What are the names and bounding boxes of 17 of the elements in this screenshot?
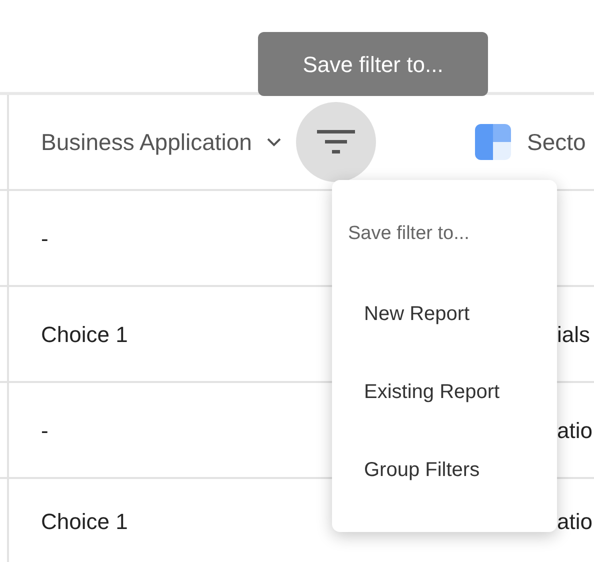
table-cell-text: atio [557,416,592,444]
menu-title: Save filter to... [348,222,470,246]
tooltip: Save filter to... [258,32,488,96]
chevron-down-icon[interactable] [266,137,282,147]
table-cell-text: ials [557,320,590,348]
menu-item[interactable]: New Report [364,298,470,328]
table-cell-text: Choice 1 [41,508,128,536]
filter-icon [316,130,355,154]
table-cell-text: - [41,224,48,252]
table-cell-text: atio [557,508,592,536]
column-header[interactable]: Secto [527,124,586,160]
table-cell-text: Choice 1 [41,320,128,348]
chart-icon [475,124,511,160]
menu-item[interactable]: Group Filters [364,454,480,484]
column-header[interactable]: Business Application [41,124,252,160]
menu-item[interactable]: Existing Report [364,376,500,406]
table-cell-text: - [41,416,48,444]
